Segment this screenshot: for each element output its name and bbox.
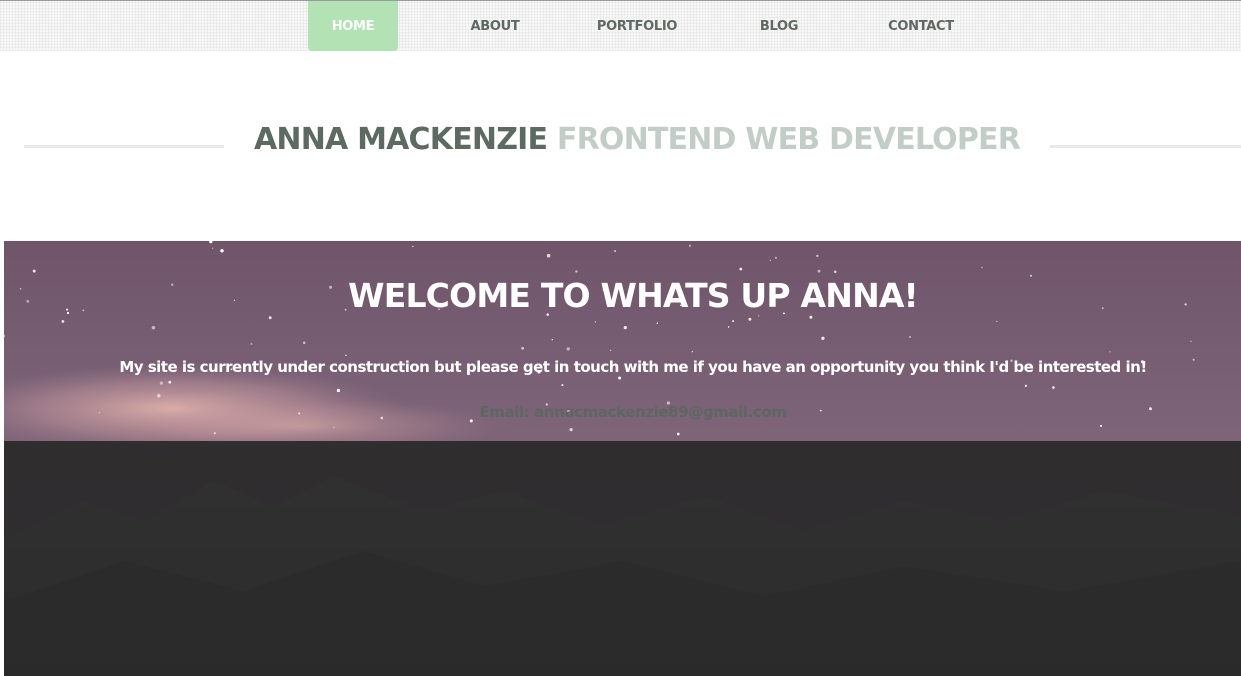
developer-name: ANNA MACKENZIE [253,122,548,157]
nav-contact-link[interactable]: CONTACT [871,1,971,51]
email-link[interactable]: Email: annacmackenzie89@gmail.com [0,403,1241,421]
nav-blog-link[interactable]: BLOG [739,1,819,51]
page-title: ANNA MACKENZIE FRONTEND WEB DEVELOPER [230,122,1044,157]
construction-message: My site is currently under construction … [119,358,1147,376]
top-navigation: HOME ABOUT PORTFOLIO BLOG CONTACT [0,0,1241,51]
nav-about-link[interactable]: ABOUT [450,1,540,51]
hero-overlay [4,441,1241,676]
page: HOME ABOUT PORTFOLIO BLOG CONTACT ANNA M… [0,0,1241,676]
welcome-heading: WELCOME TO WHATS UP ANNA! [348,276,919,315]
title-divider-right [1050,145,1241,148]
nav-home-link[interactable]: HOME [308,1,398,51]
developer-role: FRONTEND WEB DEVELOPER [556,122,1021,157]
nav-portfolio-link[interactable]: PORTFOLIO [582,1,692,51]
title-divider-left [24,145,224,148]
